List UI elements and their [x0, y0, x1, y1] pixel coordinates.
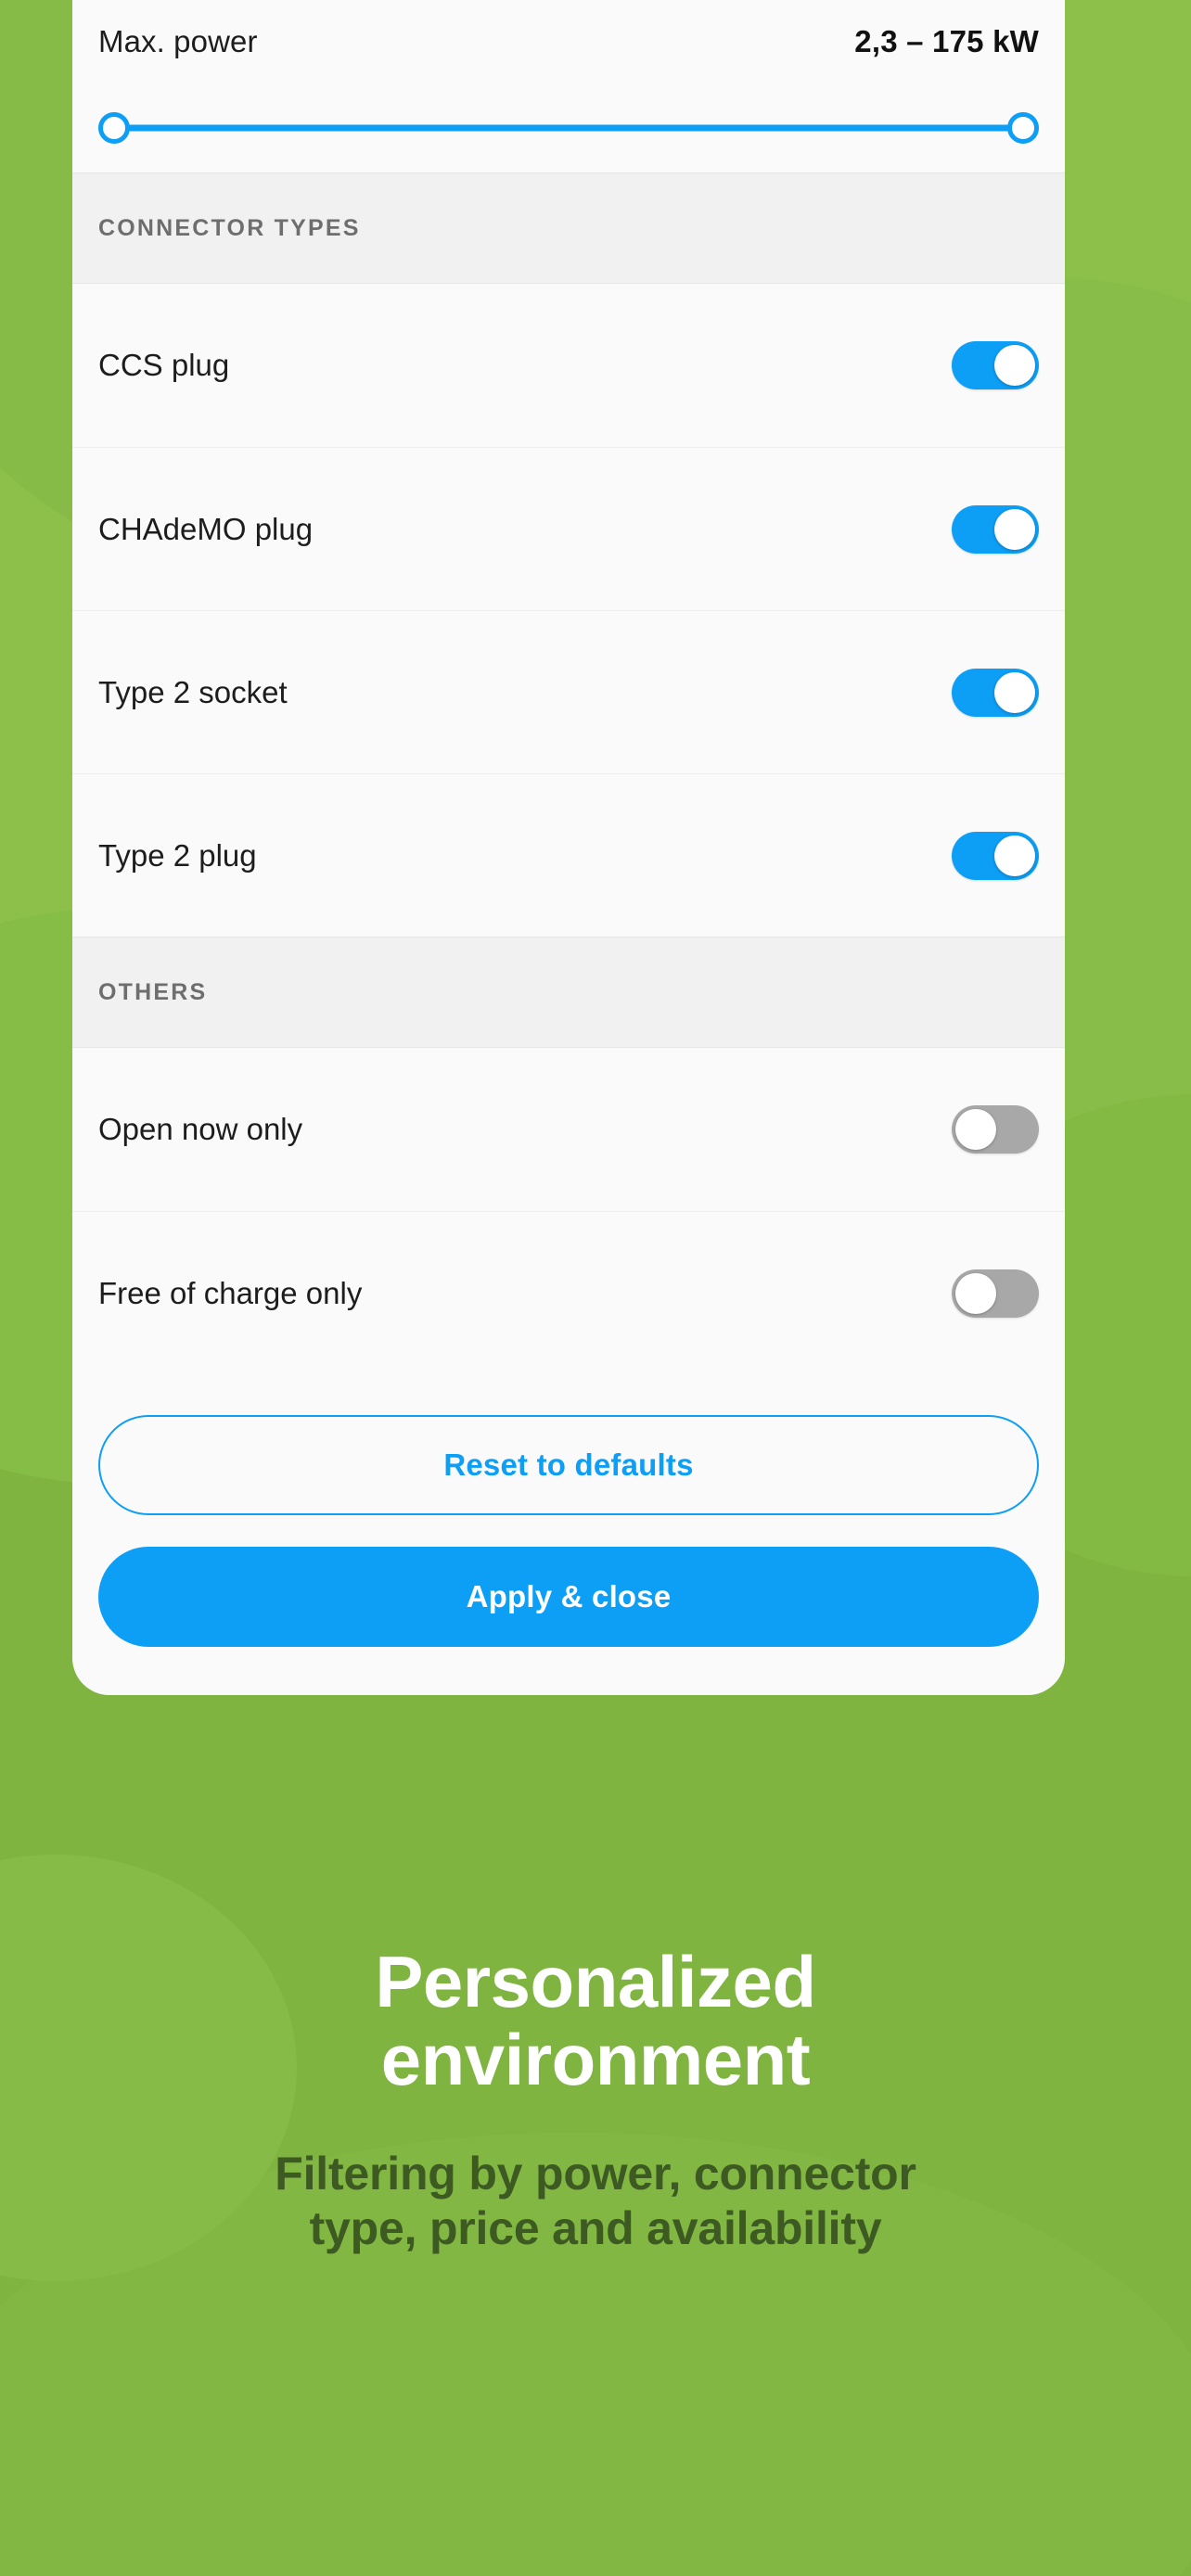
- setting-label: Type 2 plug: [98, 837, 257, 873]
- setting-row-chademo-plug[interactable]: CHAdeMO plug: [72, 447, 1065, 610]
- setting-row-open-now-only[interactable]: Open now only: [72, 1048, 1065, 1211]
- promo-title-line-1: Personalized: [375, 1941, 816, 2022]
- setting-label: Free of charge only: [98, 1275, 363, 1310]
- setting-row-type-2-plug[interactable]: Type 2 plug: [72, 773, 1065, 937]
- reset-to-defaults-button[interactable]: Reset to defaults: [98, 1415, 1039, 1515]
- max-power-section: Max. power 2,3 – 175 kW: [72, 0, 1065, 172]
- section-header-connector-types: CONNECTOR TYPES: [72, 172, 1065, 284]
- toggle-thumb: [994, 671, 1035, 713]
- apply-and-close-button[interactable]: Apply & close: [98, 1547, 1039, 1647]
- filter-panel-card: Max. power 2,3 – 175 kW CONNECTOR TYPES …: [72, 0, 1065, 1695]
- promo-title-line-2: environment: [380, 2019, 811, 2101]
- filter-actions: Reset to defaults Apply & close: [72, 1374, 1065, 1695]
- promo-title: Personalized environment: [65, 1941, 1126, 2101]
- setting-label: Open now only: [98, 1112, 303, 1146]
- toggle-thumb: [994, 345, 1035, 386]
- promo-subtitle: Filtering by power, connector type, pric…: [65, 2147, 1126, 2256]
- section-header-others: OTHERS: [72, 937, 1065, 1048]
- slider-handle-min[interactable]: [98, 112, 130, 144]
- toggle-thumb: [955, 1109, 996, 1150]
- toggle-thumb: [994, 508, 1035, 550]
- slider-handle-max[interactable]: [1007, 112, 1039, 144]
- toggle-type-2-socket[interactable]: [952, 668, 1039, 717]
- setting-label: CCS plug: [98, 348, 230, 382]
- setting-row-ccs-plug[interactable]: CCS plug: [72, 284, 1065, 447]
- promo-subtitle-line-2: type, price and availability: [309, 2202, 882, 2255]
- toggle-ccs-plug[interactable]: [952, 341, 1039, 389]
- toggle-type-2-plug[interactable]: [952, 831, 1039, 880]
- toggle-chademo-plug[interactable]: [952, 504, 1039, 554]
- section-title: OTHERS: [98, 978, 208, 1005]
- setting-row-free-of-charge-only[interactable]: Free of charge only: [72, 1211, 1065, 1374]
- max-power-label: Max. power: [98, 24, 258, 58]
- toggle-open-now-only[interactable]: [952, 1105, 1039, 1154]
- promo-section: Personalized environment Filtering by po…: [0, 1943, 1191, 2256]
- toggle-thumb: [994, 835, 1035, 876]
- slider-track[interactable]: [113, 124, 1024, 132]
- setting-label: Type 2 socket: [98, 674, 288, 709]
- promo-subtitle-line-1: Filtering by power, connector: [275, 2148, 916, 2200]
- toggle-free-of-charge-only[interactable]: [952, 1269, 1039, 1318]
- toggle-thumb: [955, 1272, 996, 1314]
- section-title: CONNECTOR TYPES: [98, 214, 361, 241]
- setting-label: CHAdeMO plug: [98, 511, 314, 546]
- max-power-range-slider[interactable]: [98, 83, 1039, 172]
- setting-row-type-2-socket[interactable]: Type 2 socket: [72, 610, 1065, 773]
- max-power-header: Max. power 2,3 – 175 kW: [98, 24, 1039, 59]
- max-power-value: 2,3 – 175 kW: [854, 24, 1039, 58]
